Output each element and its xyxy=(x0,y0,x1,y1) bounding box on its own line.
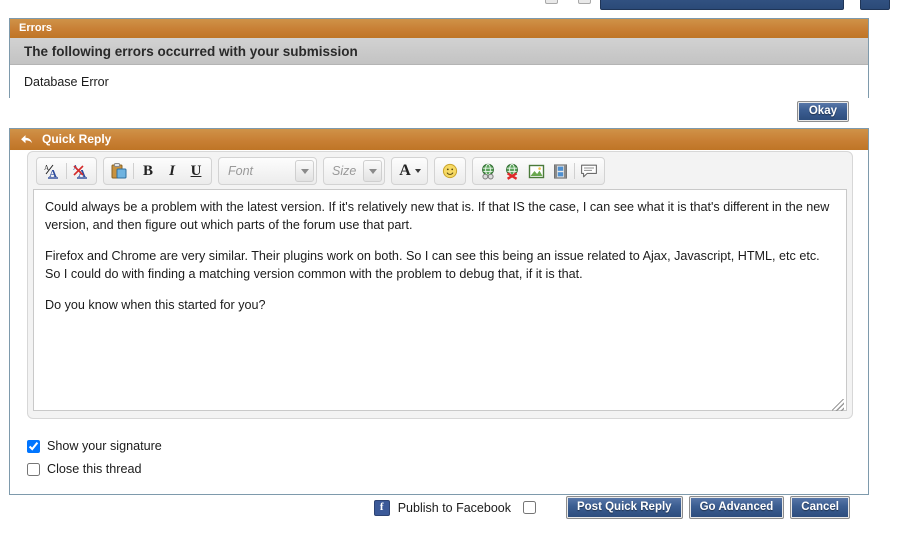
toggle-editor-icon[interactable]: A A xyxy=(69,160,93,182)
paste-icon[interactable] xyxy=(107,160,131,182)
format-toggle-group: A A A A xyxy=(36,157,97,185)
remove-link-icon[interactable] xyxy=(500,160,524,182)
smilie-icon[interactable] xyxy=(438,160,462,182)
chevron-down-icon[interactable] xyxy=(415,169,421,173)
cut-off-checkbox-2[interactable] xyxy=(578,0,591,4)
message-paragraph: Firefox and Chrome are very similar. The… xyxy=(45,249,820,281)
quick-reply-title: Quick Reply xyxy=(42,132,112,146)
insert-video-icon[interactable] xyxy=(548,160,572,182)
close-thread-checkbox[interactable] xyxy=(27,462,40,476)
toolbar-separator xyxy=(133,163,134,179)
toolbar-separator xyxy=(66,163,67,179)
insert-link-icon[interactable] xyxy=(476,160,500,182)
editor-toolbar: A A A A xyxy=(33,157,847,185)
toolbar-separator xyxy=(574,163,575,179)
message-paragraph: Do you know when this started for you? xyxy=(45,298,266,312)
errors-message: Database Error xyxy=(10,65,868,99)
errors-subheading: The following errors occurred with your … xyxy=(10,38,868,65)
show-signature-checkbox[interactable] xyxy=(27,439,40,453)
message-paragraph: Could always be a problem with the lates… xyxy=(45,200,830,232)
bold-icon[interactable]: B xyxy=(136,160,160,182)
remove-formatting-icon[interactable]: A A xyxy=(40,160,64,182)
close-thread-label: Close this thread xyxy=(47,462,142,476)
facebook-label: Publish to Facebook xyxy=(397,500,511,515)
message-editor: A A A A xyxy=(27,151,853,419)
font-select-value: Font xyxy=(228,164,254,178)
show-signature-label: Show your signature xyxy=(47,439,162,453)
text-format-group: B I U xyxy=(103,157,212,185)
font-select[interactable]: Font xyxy=(218,157,317,185)
font-color-icon[interactable]: A xyxy=(395,160,415,182)
show-signature-option[interactable]: Show your signature xyxy=(27,439,162,453)
cancel-button[interactable]: Cancel xyxy=(790,496,850,519)
smilie-group xyxy=(434,157,466,185)
insert-image-icon[interactable] xyxy=(524,160,548,182)
okay-button[interactable]: Okay xyxy=(796,101,850,122)
font-color-group: A xyxy=(391,157,428,185)
publish-to-facebook-checkbox[interactable] xyxy=(522,501,536,514)
underline-icon[interactable]: U xyxy=(184,160,208,182)
facebook-icon: f xyxy=(373,499,390,516)
insert-group xyxy=(472,157,605,185)
reply-arrow-icon xyxy=(19,133,35,147)
errors-title: Errors xyxy=(19,22,53,34)
quote-icon[interactable] xyxy=(577,160,601,182)
message-textarea[interactable]: Could always be a problem with the lates… xyxy=(33,189,847,411)
chevron-down-icon xyxy=(295,160,314,182)
footer-actions: f Publish to Facebook Post Quick Reply G… xyxy=(0,496,869,519)
editor-resize-handle[interactable] xyxy=(832,399,844,411)
cut-off-primary-button[interactable] xyxy=(600,0,844,10)
okay-button-row: Okay xyxy=(0,101,869,122)
size-select-value: Size xyxy=(332,164,357,178)
quick-reply-title-bar: Quick Reply xyxy=(10,129,868,150)
quick-reply-panel: Quick Reply A A B I U Font Size A Could … xyxy=(9,128,869,495)
page-root: Errors The following errors occurred wit… xyxy=(0,0,898,537)
size-select[interactable]: Size xyxy=(323,157,385,185)
reply-options: Show your signature Close this thread xyxy=(27,439,162,485)
chevron-down-icon xyxy=(363,160,382,182)
errors-panel: Errors The following errors occurred wit… xyxy=(9,18,869,99)
errors-title-bar: Errors xyxy=(10,19,868,38)
cut-off-top-controls xyxy=(0,0,898,10)
go-advanced-button[interactable]: Go Advanced xyxy=(688,496,785,519)
cut-off-checkbox-1[interactable] xyxy=(545,0,558,4)
italic-icon[interactable]: I xyxy=(160,160,184,182)
cut-off-secondary-button[interactable] xyxy=(860,0,890,10)
close-thread-option[interactable]: Close this thread xyxy=(27,462,162,476)
post-quick-reply-button[interactable]: Post Quick Reply xyxy=(565,496,683,519)
